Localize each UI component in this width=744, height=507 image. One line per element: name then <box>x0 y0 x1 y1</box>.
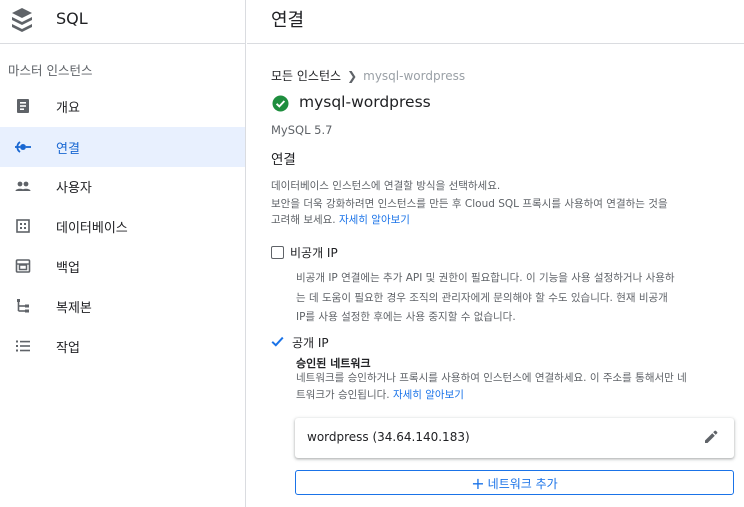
replicas-icon <box>17 299 29 313</box>
private-ip-checkbox[interactable] <box>271 246 284 259</box>
authorized-networks-description: 네트워크를 승인하거나 프록시를 사용하여 인스턴스에 연결하세요. 이 주소를… <box>296 370 687 403</box>
authorized-networks-title: 승인된 네트워크 <box>296 357 371 370</box>
databases-icon <box>16 219 30 233</box>
private-ip-description-line: 비공개 IP 연결에는 추가 API 및 권한이 필요합니다. 이 기능을 사용… <box>296 272 675 284</box>
authorized-network-card[interactable]: wordpress (34.64.140.183) <box>295 418 734 458</box>
private-ip-description-line: IP를 사용 설정한 후에는 사용 중지할 수 없습니다. <box>296 311 516 323</box>
sidebar-item-backups[interactable]: 백업 <box>0 246 245 286</box>
connectivity-section-title: 연결 <box>271 152 296 168</box>
backups-icon <box>15 259 31 273</box>
learn-more-link[interactable]: 자세히 알아보기 <box>393 389 464 401</box>
sidebar-item-databases[interactable]: 데이터베이스 <box>0 206 245 246</box>
authorized-network-entry: wordpress (34.64.140.183) <box>307 430 470 444</box>
sidebar-item-label: 개요 <box>56 101 80 116</box>
private-ip-description: 비공개 IP 연결에는 추가 API 및 권한이 필요합니다. 이 기능을 사용… <box>296 269 675 328</box>
sidebar-item-label: 연결 <box>56 142 80 157</box>
breadcrumb-current: mysql-wordpress <box>363 69 466 83</box>
sidebar-item-label: 데이터베이스 <box>56 221 128 236</box>
security-note-line: 고려해 보세요. 자세히 알아보기 <box>271 212 410 228</box>
authorized-networks-description-line: 네트워크를 승인하거나 프록시를 사용하여 인스턴스에 연결하세요. 이 주소를… <box>296 372 687 384</box>
add-network-label: 네트워크 추가 <box>487 477 558 491</box>
sidebar-item-overview[interactable]: 개요 <box>0 86 245 126</box>
sidebar-item-label: 복제본 <box>56 301 92 316</box>
public-ip-checkbox[interactable] <box>271 335 284 348</box>
sidebar-item-operations[interactable]: 작업 <box>0 326 245 366</box>
security-note-line: 보안을 더욱 강화하려면 인스턴스를 만든 후 Cloud SQL 프록시를 사… <box>271 198 668 210</box>
sidebar: SQL 마스터 인스턴스 개요 연결 사용자 데이터베이스 백업 복제본 작업 <box>0 0 246 507</box>
connectivity-intro: 데이터베이스 인스턴스에 연결할 방식을 선택하세요. <box>271 180 501 192</box>
database-version: MySQL 5.7 <box>271 123 333 137</box>
sql-logo-icon <box>12 8 32 32</box>
public-ip-label: 공개 IP <box>292 336 329 350</box>
page-title: 연결 <box>271 10 305 31</box>
security-note-text: 고려해 보세요. <box>271 214 339 226</box>
plus-icon: + <box>471 474 485 493</box>
check-circle-icon <box>272 95 289 112</box>
product-header: SQL <box>0 0 246 44</box>
private-ip-description-line: 는 데 도움이 필요한 경우 조직의 관리자에게 문의해야 할 수도 있습니다.… <box>296 291 668 304</box>
page-header: 연결 <box>247 0 744 44</box>
product-title: SQL <box>56 9 88 28</box>
private-ip-label: 비공개 IP <box>290 246 338 260</box>
users-icon <box>15 181 31 191</box>
sidebar-item-connections[interactable]: 연결 <box>0 127 245 167</box>
add-network-button-content: + 네트워크 추가 <box>296 474 733 493</box>
add-network-button[interactable]: + 네트워크 추가 <box>295 470 734 495</box>
authorized-networks-text: 트워크가 승인됩니다. <box>296 388 393 401</box>
sidebar-item-label: 작업 <box>56 341 80 356</box>
breadcrumb-all-instances-link[interactable]: 모든 인스턴스 <box>271 69 341 83</box>
sidebar-item-users[interactable]: 사용자 <box>0 166 245 206</box>
connections-icon <box>15 141 31 153</box>
sidebar-item-replicas[interactable]: 복제본 <box>0 286 245 326</box>
sidebar-section-label: 마스터 인스턴스 <box>8 63 93 78</box>
sidebar-item-label: 사용자 <box>56 181 92 196</box>
authorized-networks-description-line: 트워크가 승인됩니다. 자세히 알아보기 <box>296 387 687 404</box>
chevron-right-icon: ❯ <box>347 69 358 83</box>
breadcrumb: 모든 인스턴스 ❯ mysql-wordpress <box>271 67 465 84</box>
sidebar-item-label: 백업 <box>56 261 80 276</box>
learn-more-link[interactable]: 자세히 알아보기 <box>339 214 410 226</box>
instance-name: mysql-wordpress <box>299 93 431 111</box>
operations-icon <box>16 340 30 352</box>
overview-icon <box>17 99 29 113</box>
edit-pencil-icon[interactable] <box>704 430 718 444</box>
